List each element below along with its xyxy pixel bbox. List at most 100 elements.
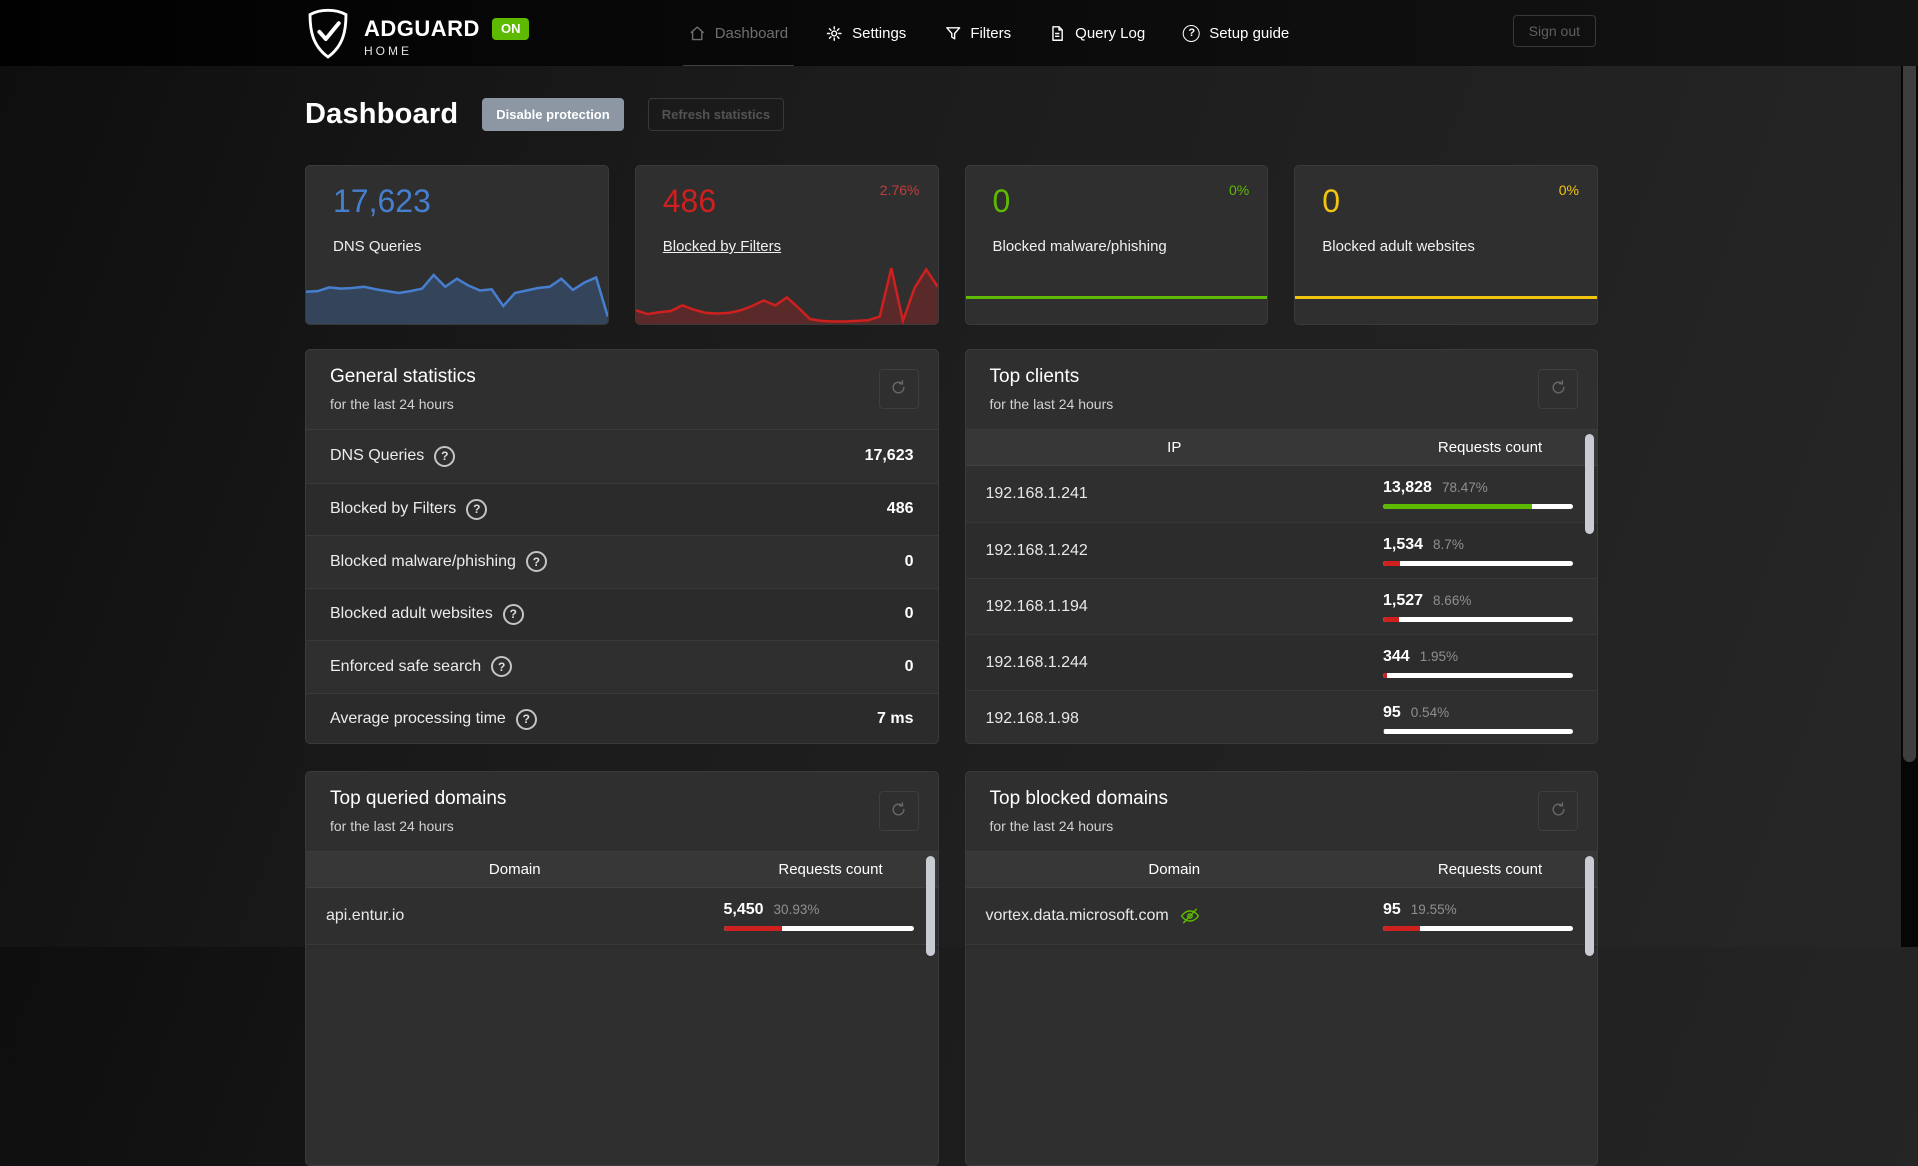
requests-count-cell: 95 19.55% [1383,901,1597,931]
window-scrollbar[interactable] [1901,0,1918,947]
stat-value: 7 ms [877,710,914,728]
card-percent: 0% [1558,182,1579,198]
general-statistics-panel: General statistics for the last 24 hours… [305,349,939,744]
table-row: 192.168.1.242 1,534 8.7% [965,522,1597,578]
flat-line-chart [965,296,1268,299]
card-label: Blocked adult websites [1322,238,1475,255]
panel-title: Top clients [989,366,1080,387]
stat-label: Blocked malware/phishing? [330,551,547,573]
panel-subtitle: for the last 24 hours [330,818,454,834]
request-count: 13,828 [1383,479,1432,496]
main-nav: Dashboard Settings Filters Query Log ? Setup … [682,0,1289,66]
nav-item-settings[interactable]: Settings [826,0,906,66]
stat-label: Blocked adult websites? [330,603,524,625]
refresh-panel-button[interactable] [878,369,919,409]
disable-protection-button[interactable]: Disable protection [482,98,624,131]
requests-count-cell: 95 0.54% [1383,704,1597,734]
client-ip: 192.168.1.194 [985,597,1088,615]
card-percent: 0% [1229,182,1250,198]
help-icon[interactable]: ? [525,551,547,573]
refresh-icon [1550,379,1567,399]
page-header: Dashboard Disable protection Refresh sta… [305,98,785,131]
help-icon[interactable]: ? [491,656,513,678]
stat-card-blocked-malware-phishing: 0 0% Blocked malware/phishing [964,165,1269,325]
card-percent: 2.76% [879,182,920,198]
nav-item-setup-guide[interactable]: ? Setup guide [1183,0,1289,66]
refresh-panel-button[interactable] [878,791,919,831]
card-value: 0 [1322,183,1341,219]
nav-item-label: Filters [970,24,1012,42]
refresh-panel-button[interactable] [1538,369,1578,409]
table-row: api.entur.io 5,450 30.93% [306,888,938,944]
table-row: vortex.data.microsoft.com 95 19.55% [966,888,1598,944]
help-icon: ? [1183,24,1201,42]
domain-name: vortex.data.microsoft.com [986,906,1384,926]
card-label: Blocked malware/phishing [992,238,1167,255]
tracker-eye-off-icon [1180,906,1200,926]
stat-value: 0 [904,657,914,675]
card-label[interactable]: Blocked by Filters [663,238,781,255]
stat-row-enforced-safe-search: Enforced safe search? 0 [306,640,938,693]
help-icon[interactable]: ? [515,708,537,730]
client-ip: 192.168.1.241 [985,485,1088,502]
panel-scrollbar-thumb[interactable] [1585,434,1594,534]
help-icon[interactable]: ? [434,445,456,467]
table-row: 192.168.1.194 1,527 8.66% [965,578,1597,634]
column-header-domain: Domain [1148,861,1201,878]
general-statistics-rows: DNS Queries? 17,623 Blocked by Filters? 486… [306,430,938,743]
top-blocked-domains-panel: Top blocked domains for the last 24 hour… [964,771,1598,1166]
request-percent: 19.55% [1410,902,1457,917]
nav-item-query-log[interactable]: Query Log [1049,0,1145,66]
panel-scrollbar-thumb[interactable] [1585,856,1594,956]
stat-value: 486 [886,500,914,518]
requests-count-cell: 344 1.95% [1383,648,1597,678]
column-header-requests-count: Requests count [1437,439,1543,456]
panel-header: General statistics for the last 24 hours [306,350,938,430]
request-count: 1,527 [1383,591,1424,609]
requests-count-cell: 1,534 8.7% [1383,536,1597,566]
help-icon[interactable]: ? [502,603,524,625]
request-percent: 0.54% [1410,704,1450,720]
card-value: 0 [992,183,1011,219]
stat-card-blocked-by-filters: 486 2.76% Blocked by Filters [634,165,939,325]
client-ip: 192.168.1.242 [985,541,1088,559]
panel-title: Top blocked domains [989,788,1169,809]
stat-card-dns-queries: 17,623 DNS Queries [305,165,609,325]
refresh-icon [890,801,907,821]
stat-row-dns-queries: DNS Queries? 17,623 [306,430,938,483]
column-header-requests-count: Requests count [1437,861,1543,878]
table-header: Domain Requests count [965,852,1597,888]
table-row: 192.168.1.244 344 1.95% [965,634,1597,690]
nav-item-label: Settings [852,24,907,42]
refresh-panel-button[interactable] [1538,791,1578,831]
progress-bar [1383,728,1573,734]
window-scrollbar-thumb[interactable] [1903,4,1916,762]
sign-out-button[interactable]: Sign out [1512,15,1596,47]
shield-check-icon [305,7,351,66]
refresh-statistics-button[interactable]: Refresh statistics [647,98,785,131]
card-label: DNS Queries [333,238,422,255]
adguard-logo[interactable]: ADGUARD ON HOME [305,7,530,66]
request-percent: 30.93% [773,902,820,917]
gear-icon [826,25,843,42]
stat-row-blocked-by-filters: Blocked by Filters? 486 [306,482,938,535]
request-percent: 1.95% [1419,648,1458,664]
help-icon[interactable]: ? [466,498,488,520]
panel-scrollbar-thumb[interactable] [925,856,935,956]
refresh-icon [1550,801,1567,821]
bottom-panels-row: Top queried domains for the last 24 hour… [305,771,1598,1166]
column-header-ip: IP [1167,439,1182,456]
doc-icon [1049,25,1066,42]
column-header-requests-count: Requests count [778,861,883,878]
top-navigation-bar: ADGUARD ON HOME Dashboard Settings Filters… [0,0,1918,66]
table-row: 192.168.1.98 95 0.54% [965,690,1597,743]
nav-item-filters[interactable]: Filters [944,0,1011,66]
top-queried-domains-panel: Top queried domains for the last 24 hour… [305,771,939,1166]
request-count: 95 [1383,901,1401,918]
nav-item-dashboard[interactable]: Dashboard [682,0,795,66]
card-value: 486 [662,183,717,219]
progress-bar [723,926,914,931]
progress-bar [1383,616,1573,622]
top-blocked-rows: vortex.data.microsoft.com 95 19.55% [965,888,1598,949]
card-value: 17,623 [333,183,431,219]
